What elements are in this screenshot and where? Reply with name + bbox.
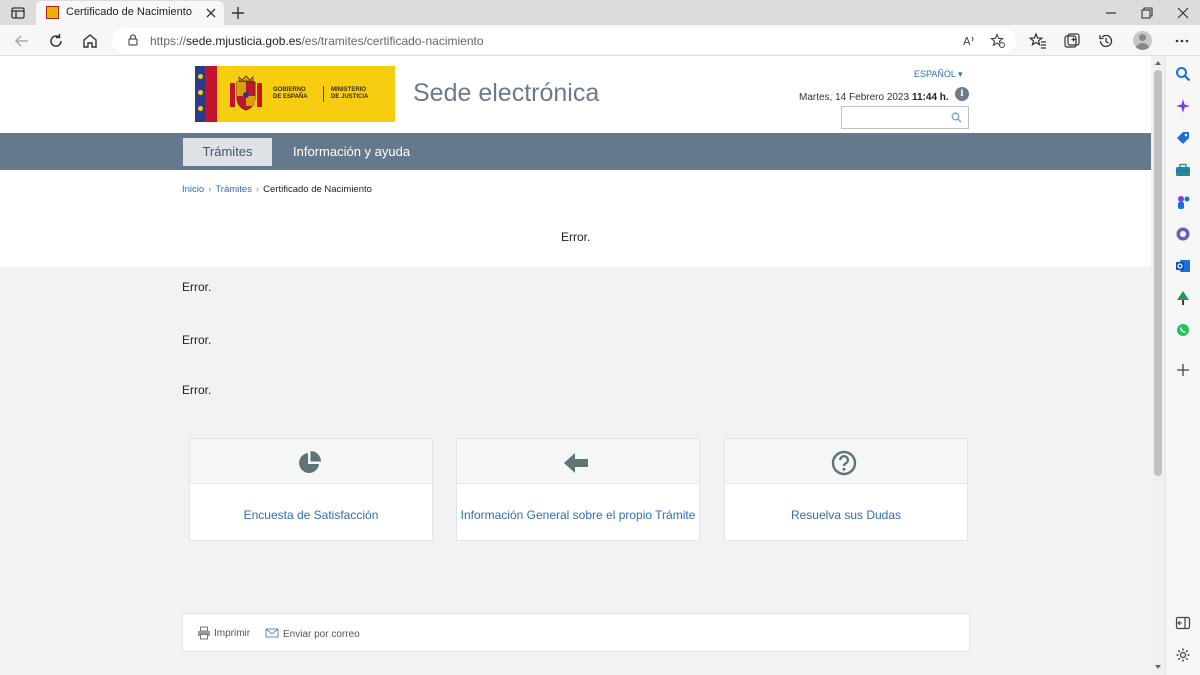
back-icon[interactable] bbox=[13, 32, 31, 50]
tab-actions-icon[interactable] bbox=[10, 5, 26, 21]
breadcrumb: Inicio › Trámites › Certificado de Nacimient… bbox=[182, 184, 372, 195]
printer-icon[interactable] bbox=[197, 626, 211, 640]
page-scrollbar[interactable] bbox=[1151, 56, 1165, 675]
scroll-down-icon[interactable] bbox=[1154, 663, 1162, 671]
url-domain: sede.mjusticia.gob.es bbox=[186, 34, 302, 48]
restore-icon[interactable] bbox=[1139, 5, 1155, 21]
error-message-center: Error. bbox=[561, 230, 591, 244]
refresh-icon[interactable] bbox=[47, 32, 65, 50]
question-circle-icon bbox=[831, 450, 857, 476]
tree-icon[interactable] bbox=[1175, 290, 1191, 306]
current-time: 11:44 h. bbox=[912, 92, 949, 103]
card-informacion-general[interactable]: Información General sobre el propio Trám… bbox=[456, 438, 700, 541]
profile-avatar[interactable] bbox=[1133, 31, 1152, 50]
games-icon[interactable] bbox=[1175, 194, 1191, 210]
logo-ministerio-line1: MINISTERIO bbox=[331, 87, 367, 93]
more-options-icon[interactable] bbox=[1173, 32, 1191, 50]
edge-sidebar bbox=[1165, 56, 1200, 675]
tab-informacion-ayuda[interactable]: Información y ayuda bbox=[293, 138, 410, 166]
new-tab-icon[interactable] bbox=[230, 5, 246, 21]
history-icon[interactable] bbox=[1097, 32, 1115, 50]
card-icon-area bbox=[725, 439, 967, 484]
minimize-icon[interactable] bbox=[1103, 5, 1119, 21]
web-page: GOBIERNO DE ESPAÑA MINISTERIO DE JUSTICIA … bbox=[0, 56, 1151, 675]
url-path: /es/tramites/certificado-nacimiento bbox=[301, 34, 484, 48]
breadcrumb-inicio[interactable]: Inicio bbox=[182, 184, 204, 195]
browser-tab[interactable]: Certificado de Nacimiento bbox=[36, 1, 224, 25]
close-tab-icon[interactable] bbox=[204, 6, 218, 20]
breadcrumb-current: Certificado de Nacimiento bbox=[263, 184, 372, 195]
add-sidebar-app-icon[interactable] bbox=[1175, 362, 1191, 378]
collections-icon[interactable] bbox=[1063, 32, 1081, 50]
outlook-icon[interactable] bbox=[1175, 258, 1191, 274]
error-message: Error. bbox=[182, 280, 212, 294]
close-window-icon[interactable] bbox=[1175, 5, 1191, 21]
logo-ministerio-line2: DE JUSTICIA bbox=[331, 94, 369, 100]
shopping-tag-icon[interactable] bbox=[1175, 130, 1191, 146]
whatsapp-icon[interactable] bbox=[1175, 322, 1191, 338]
share-bar: Imprimir Enviar por correo bbox=[182, 613, 970, 652]
card-label[interactable]: Información General sobre el propio Trám… bbox=[457, 508, 699, 522]
email-icon[interactable] bbox=[265, 626, 279, 640]
card-label[interactable]: Resuelva sus Dudas bbox=[725, 508, 967, 522]
scroll-up-icon[interactable] bbox=[1154, 59, 1162, 67]
site-header: GOBIERNO DE ESPAÑA MINISTERIO DE JUSTICIA … bbox=[0, 56, 1151, 133]
site-favicon-icon bbox=[46, 6, 59, 19]
logo-divider bbox=[323, 86, 324, 102]
search-icon[interactable] bbox=[951, 112, 962, 123]
logo-text-gobierno: GOBIERNO DE ESPAÑA bbox=[273, 87, 323, 101]
scroll-thumb[interactable] bbox=[1154, 70, 1162, 476]
card-label[interactable]: Encuesta de Satisfacción bbox=[190, 508, 432, 522]
main-nav: Trámites Información y ayuda bbox=[0, 133, 1151, 170]
print-link[interactable]: Imprimir bbox=[214, 628, 250, 639]
flag-stripe bbox=[205, 66, 217, 122]
tools-briefcase-icon[interactable] bbox=[1175, 162, 1191, 178]
url-prefix: https:// bbox=[150, 34, 187, 48]
error-message: Error. bbox=[182, 333, 212, 347]
search-icon[interactable] bbox=[1175, 66, 1191, 82]
current-date: Martes, 14 Febrero 2023 bbox=[799, 92, 910, 103]
url-text[interactable]: https://sede.mjusticia.gob.es/es/tramite… bbox=[150, 34, 484, 48]
hide-sidebar-icon[interactable] bbox=[1175, 615, 1191, 631]
office-icon[interactable] bbox=[1175, 226, 1191, 242]
pie-chart-icon bbox=[299, 451, 321, 473]
arrow-left-icon bbox=[564, 453, 588, 473]
tab-tramites[interactable]: Trámites bbox=[183, 138, 272, 166]
gobierno-logo[interactable]: GOBIERNO DE ESPAÑA MINISTERIO DE JUSTICIA bbox=[195, 66, 395, 122]
copilot-sparkle-icon[interactable] bbox=[1175, 98, 1191, 114]
card-icon-area bbox=[457, 439, 699, 484]
email-link[interactable]: Enviar por correo bbox=[283, 629, 360, 640]
tab-title: Certificado de Nacimiento bbox=[66, 6, 192, 18]
breadcrumb-section: Inicio › Trámites › Certificado de Nacimient… bbox=[0, 170, 1151, 267]
coat-of-arms-icon bbox=[230, 75, 262, 111]
home-icon[interactable] bbox=[81, 32, 99, 50]
card-icon-area bbox=[190, 439, 432, 484]
settings-gear-icon[interactable] bbox=[1175, 647, 1191, 663]
search-input[interactable] bbox=[841, 106, 969, 129]
site-title[interactable]: Sede electrónica bbox=[413, 79, 599, 108]
address-toolbar: https://sede.mjusticia.gob.es/es/tramite… bbox=[0, 25, 1200, 56]
favorites-icon[interactable] bbox=[1029, 32, 1047, 50]
breadcrumb-separator: › bbox=[208, 184, 212, 195]
svg-text:A: A bbox=[963, 35, 971, 48]
logo-text-ministerio: MINISTERIO DE JUSTICIA bbox=[331, 87, 381, 101]
logo-gobierno-line1: GOBIERNO bbox=[273, 87, 306, 93]
logo-gobierno-line2: DE ESPAÑA bbox=[273, 94, 308, 100]
address-bar[interactable]: https://sede.mjusticia.gob.es/es/tramite… bbox=[112, 28, 1016, 53]
language-selector[interactable]: ESPAÑOL ▾ bbox=[914, 69, 963, 80]
lock-icon[interactable] bbox=[126, 33, 140, 47]
browser-tab-bar: Certificado de Nacimiento bbox=[0, 0, 1200, 25]
info-icon[interactable]: i bbox=[955, 87, 969, 101]
card-encuesta-satisfaccion[interactable]: Encuesta de Satisfacción bbox=[189, 438, 433, 541]
breadcrumb-separator: › bbox=[255, 184, 260, 195]
breadcrumb-tramites[interactable]: Trámites bbox=[215, 184, 252, 195]
add-favorite-icon[interactable] bbox=[990, 33, 1005, 48]
read-aloud-icon[interactable]: A bbox=[962, 33, 977, 48]
card-resuelva-dudas[interactable]: Resuelva sus Dudas bbox=[724, 438, 968, 541]
error-message: Error. bbox=[182, 383, 212, 397]
